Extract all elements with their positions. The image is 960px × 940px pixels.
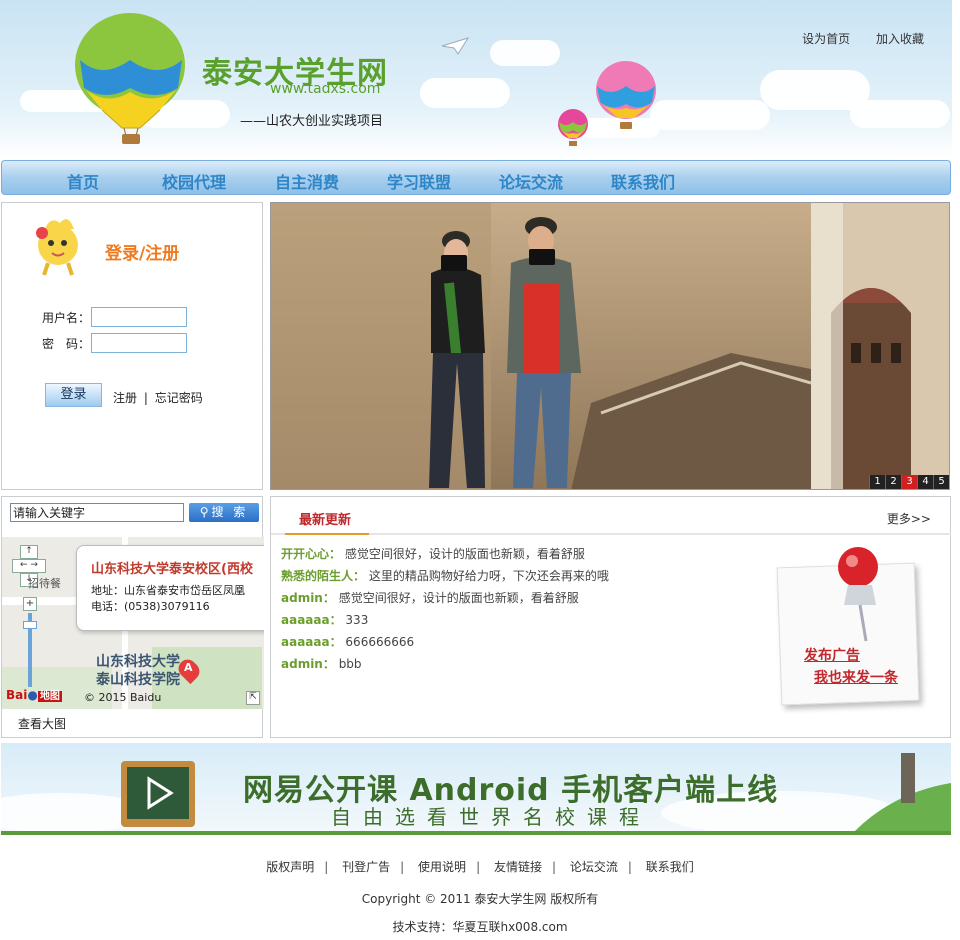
pan-lr-icon[interactable]: ← → <box>12 559 46 573</box>
nav-item-forum[interactable]: 论坛交流 <box>499 169 563 193</box>
password-input[interactable] <box>91 333 187 353</box>
news-panel: 最新更新 更多>> 开开心心： 感觉空间很好，设计的版面也新颖，看着舒服 熟悉的… <box>270 496 951 738</box>
balloon-small-icon <box>558 109 588 146</box>
map-copyright: © 2015 Baidu <box>84 691 162 704</box>
footer-link-contact[interactable]: 联系我们 <box>646 860 694 874</box>
banner-subtitle: 自由选看世界名校课程 <box>331 805 651 829</box>
register-link[interactable]: 注册 <box>113 391 137 405</box>
footer-links: 版权声明 | 刊登广告 | 使用说明 | 友情链接 | 论坛交流 | 联系我们 <box>266 860 694 874</box>
news-item[interactable]: aaaaaa： 666666666 <box>281 633 414 650</box>
nav-item-contact[interactable]: 联系我们 <box>611 169 675 193</box>
footer-link-copyright[interactable]: 版权声明 <box>266 860 314 874</box>
map-label-poi2: 泰山科技学院 <box>96 672 180 688</box>
username-label: 用户名： <box>42 311 91 325</box>
login-title: 登录/注册 <box>105 244 180 264</box>
news-title: 最新更新 <box>299 513 352 528</box>
map-popup-phone: 电话：(0538)3079116 <box>91 600 210 613</box>
zoom-handle[interactable] <box>23 621 37 629</box>
news-item[interactable]: admin： 感觉空间很好，设计的版面也新颖，看着舒服 <box>281 589 579 606</box>
balloon-medium-icon <box>596 61 656 129</box>
ad-banner[interactable]: 网易公开课 Android 手机客户端上线 自由选看世界名校课程 <box>1 743 951 835</box>
news-item[interactable]: aaaaaa： 333 <box>281 611 368 628</box>
site-tagline: ——山农大创业实践项目 <box>240 114 384 129</box>
slider-page-4[interactable]: 4 <box>917 475 933 489</box>
slider-page-1[interactable]: 1 <box>869 475 885 489</box>
main-nav: 首页 校园代理 自主消费 学习联盟 论坛交流 联系我们 <box>1 160 951 195</box>
balloon-large-icon <box>75 13 185 144</box>
news-more-link[interactable]: 更多>> <box>887 510 931 527</box>
login-button[interactable]: 登录 <box>45 383 102 407</box>
link-separator: | <box>143 391 148 405</box>
map-panel: ⚲搜 索 ↑ ← → ↓ + 招待餐 山东科技大学泰安校区(西校 地址：山东省泰… <box>1 496 264 738</box>
map-popup-address: 地址：山东省泰安市岱岳区凤凰 <box>91 584 245 597</box>
news-item[interactable]: admin： bbb <box>281 655 362 672</box>
paper-plane-icon <box>441 37 470 55</box>
view-large-map-link[interactable]: 查看大图 <box>18 715 66 732</box>
slider-page-2[interactable]: 2 <box>885 475 901 489</box>
slider-page-3[interactable]: 3 <box>901 475 917 489</box>
login-panel: 登录/注册 用户名： 密 码： 登录 注册 | 忘记密码 <box>1 202 263 490</box>
footer-support: 技术支持：华夏互联hx008.com <box>392 920 568 934</box>
nav-item-study-union[interactable]: 学习联盟 <box>387 169 451 193</box>
news-header: 最新更新 更多>> <box>271 497 951 535</box>
map-marker-label: A <box>184 661 193 674</box>
top-links: 设为首页 加入收藏 <box>780 30 924 47</box>
news-title-underline <box>285 533 369 535</box>
news-item[interactable]: 熟悉的陌生人： 这里的精品购物好给力呀，下次还会再来的哦 <box>281 567 609 584</box>
footer-link-friends[interactable]: 友情链接 <box>494 860 542 874</box>
slider-page-5[interactable]: 5 <box>933 475 949 489</box>
password-label: 密 码： <box>42 337 91 351</box>
map-label-recruit: 招待餐 <box>28 577 61 590</box>
pan-up-icon[interactable]: ↑ <box>20 545 38 559</box>
map-label-poi: 山东科技大学 <box>96 654 180 670</box>
footer-link-ads[interactable]: 刊登广告 <box>342 860 390 874</box>
news-item[interactable]: 开开心心： 感觉空间很好，设计的版面也新颖，看着舒服 <box>281 545 585 562</box>
map-info-popup: 山东科技大学泰安校区(西校 地址：山东省泰安市岱岳区凤凰 电话：(0538)30… <box>76 545 264 631</box>
play-board-icon <box>121 761 195 827</box>
site-header: 泰安大学生网 www.tadxs.com ——山农大创业实践项目 设为首页 加入… <box>0 0 952 158</box>
add-favorite-link[interactable]: 加入收藏 <box>876 32 924 46</box>
nav-item-home[interactable]: 首页 <box>67 169 99 193</box>
slide-photo <box>271 203 949 489</box>
pushpin-icon <box>838 547 878 642</box>
zoom-in-icon[interactable]: + <box>23 597 37 611</box>
publish-ad-link[interactable]: 发布广告 <box>804 645 860 665</box>
mascot-icon <box>36 219 78 276</box>
search-input[interactable] <box>10 503 184 522</box>
footer-copyright: Copyright © 2011 泰安大学生网 版权所有 <box>361 892 599 906</box>
footer-link-forum[interactable]: 论坛交流 <box>570 860 618 874</box>
nav-item-campus-agent[interactable]: 校园代理 <box>162 169 226 193</box>
username-input[interactable] <box>91 307 187 327</box>
post-one-link[interactable]: 我也来发一条 <box>814 667 898 687</box>
image-slider[interactable]: 1 2 3 4 5 <box>270 202 950 490</box>
baidu-logo-icon: Bai● 地图 <box>6 688 62 702</box>
expand-map-icon[interactable]: ⇱ <box>246 691 260 705</box>
nav-item-self-consume[interactable]: 自主消费 <box>275 169 339 193</box>
baidu-map[interactable]: ↑ ← → ↓ + 招待餐 山东科技大学泰安校区(西校 地址：山东省泰安市岱岳区… <box>2 537 264 709</box>
search-button[interactable]: ⚲搜 索 <box>189 503 259 522</box>
footer-link-usage[interactable]: 使用说明 <box>418 860 466 874</box>
search-icon: ⚲ <box>199 505 212 519</box>
forgot-password-link[interactable]: 忘记密码 <box>155 391 203 405</box>
map-popup-title: 山东科技大学泰安校区(西校 <box>91 562 253 577</box>
set-home-link[interactable]: 设为首页 <box>802 32 850 46</box>
slider-pagination: 1 2 3 4 5 <box>869 475 949 489</box>
site-url: www.tadxs.com <box>270 81 381 97</box>
